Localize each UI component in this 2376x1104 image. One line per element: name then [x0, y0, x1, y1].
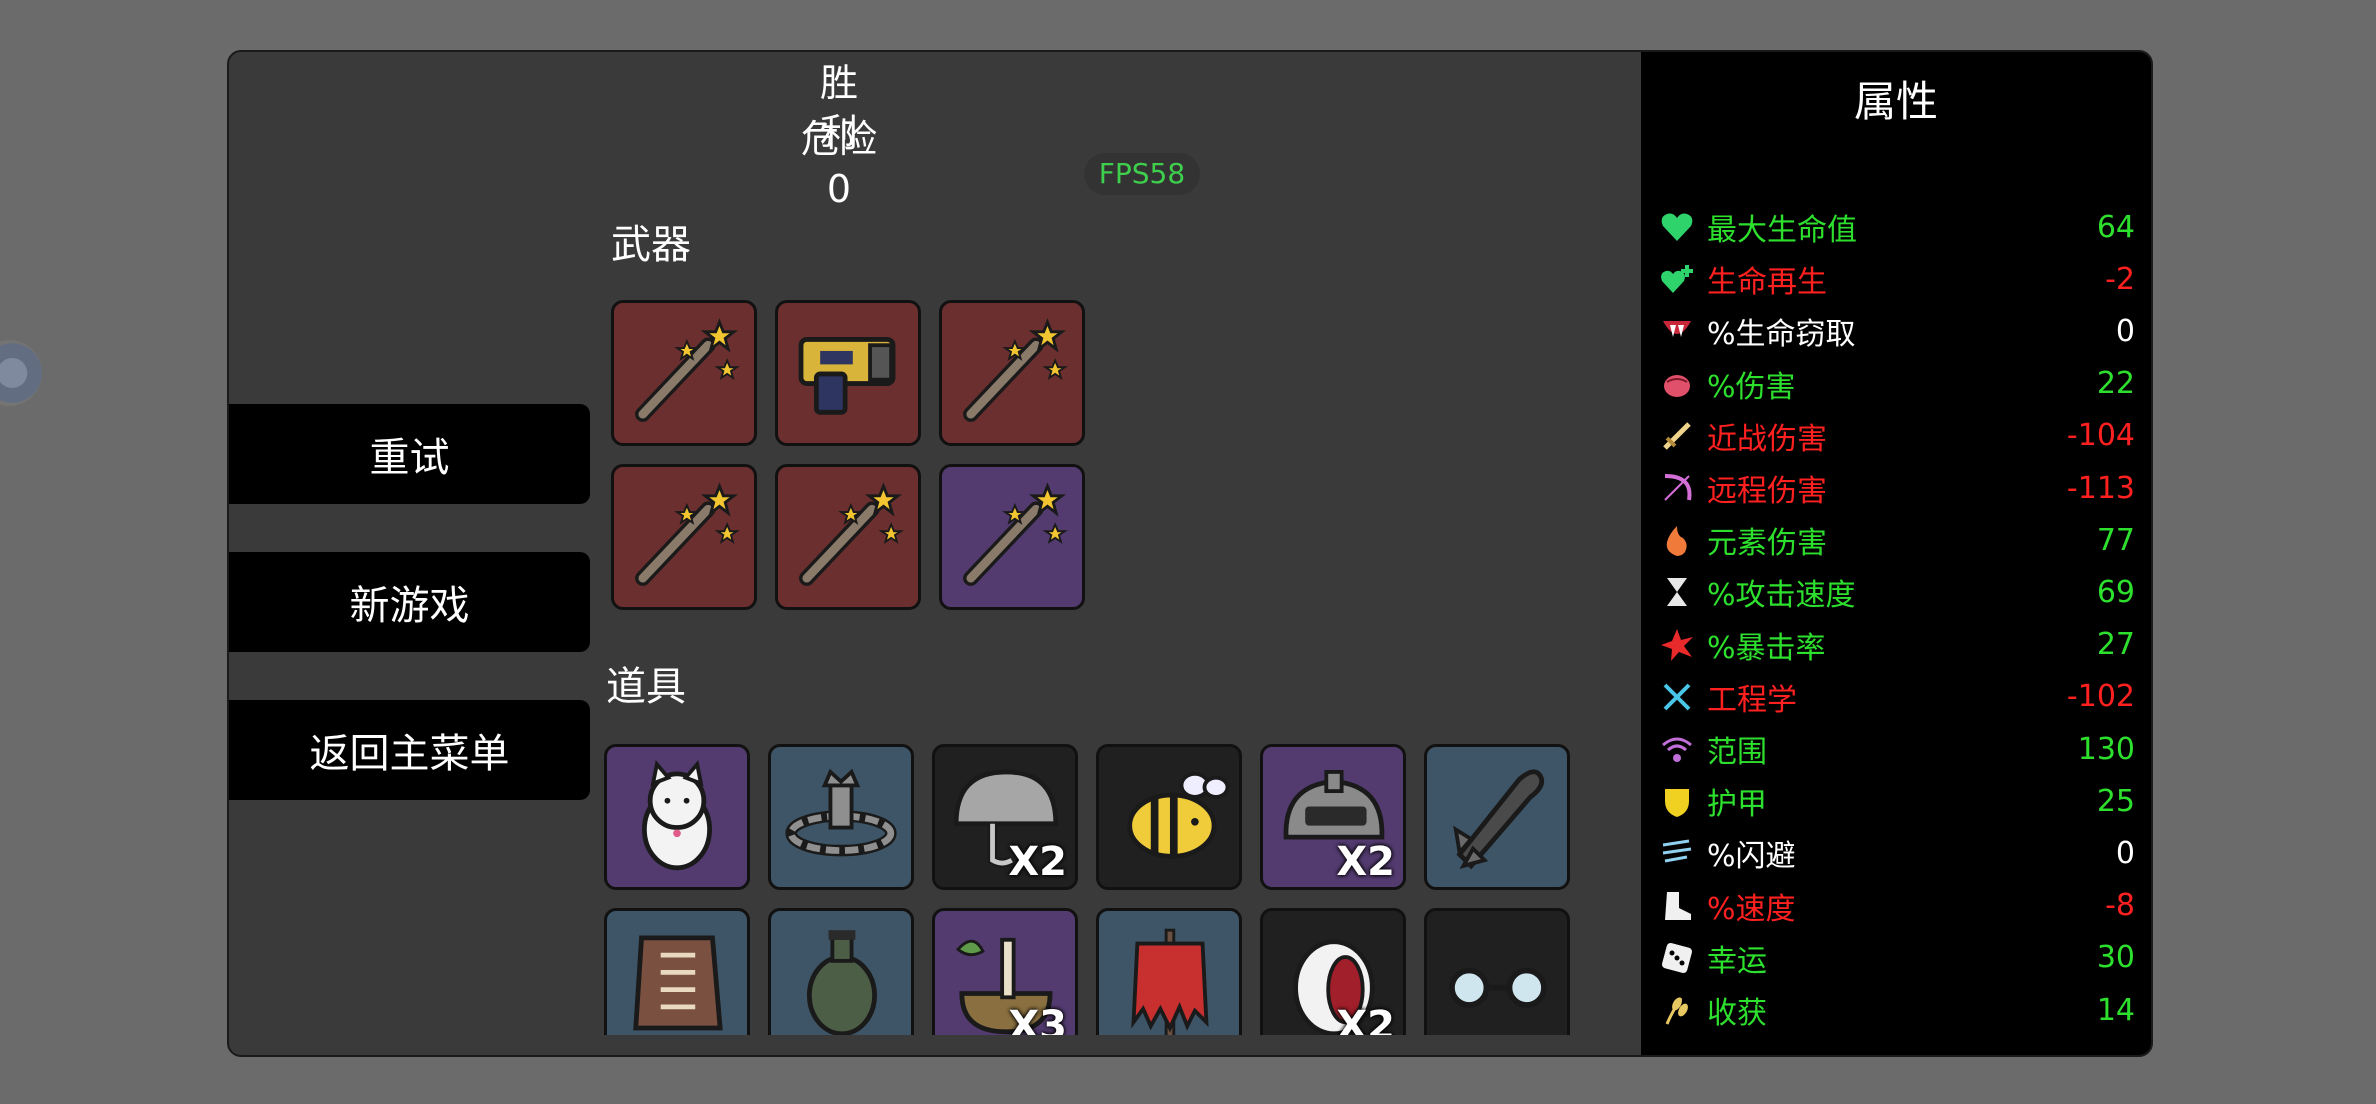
weapon-slot[interactable]: [939, 300, 1085, 446]
stat-row[interactable]: 工程学 -102: [1659, 672, 2135, 722]
danger-level: 危险0: [800, 117, 877, 211]
stat-value: 69: [2096, 574, 2135, 610]
stat-row[interactable]: %速度 -8: [1659, 881, 2135, 931]
stat-label: %伤害: [1707, 369, 1796, 405]
stat-label: 元素伤害: [1707, 526, 1827, 562]
fist-icon: [1659, 366, 1695, 402]
item-slot[interactable]: X2: [1260, 908, 1406, 1035]
stat-value: -102: [2066, 679, 2135, 715]
title-area: 胜利 危险0 FPS58: [229, 52, 1869, 232]
stat-label: 范围: [1707, 735, 1767, 770]
item-count: X2: [1008, 839, 1067, 885]
stat-value: -104: [2066, 418, 2135, 454]
stat-label: %暴击率: [1707, 630, 1826, 666]
item-slot[interactable]: [604, 908, 750, 1035]
stat-value: -113: [2066, 470, 2135, 506]
stat-value: 27: [2096, 627, 2135, 663]
weapon-slot[interactable]: [939, 464, 1085, 610]
stats-panel: 属性 最大生命值 64 生命再生 -2 %生命窃取 0 %伤害 22 近战伤害 -104 远程伤害 -…: [1641, 52, 2151, 1055]
item-slot[interactable]: [604, 744, 750, 890]
dodge-wind-icon: [1659, 835, 1695, 871]
end-run-panel: 胜利 危险0 FPS58 重试 新游戏 返回主菜单 武器 道具 X2 X2 X3 X2…: [227, 50, 2153, 1057]
stat-value: 22: [2096, 366, 2135, 402]
item-slot[interactable]: [1096, 744, 1242, 890]
weapon-slot[interactable]: [775, 464, 921, 610]
sword-icon: [1659, 418, 1695, 454]
fangs-icon: [1659, 313, 1695, 349]
main-menu-button[interactable]: 返回主菜单: [229, 700, 590, 800]
weapon-slot[interactable]: [611, 300, 757, 446]
stat-label: %闪避: [1707, 839, 1796, 875]
range-signal-icon: [1659, 731, 1695, 767]
stat-row[interactable]: 幸运 30: [1659, 933, 2135, 983]
item-slot[interactable]: [1424, 744, 1570, 890]
heart-icon: [1659, 209, 1695, 245]
stat-value: 0: [2115, 835, 2135, 871]
floating-assist-bubble[interactable]: [0, 340, 42, 406]
stat-label: 护甲: [1707, 787, 1767, 823]
stat-row[interactable]: %生命窃取 0: [1659, 306, 2135, 356]
inventory-area: 胜利 危险0 FPS58 重试 新游戏 返回主菜单 武器 道具 X2 X2 X3 X2: [229, 52, 1869, 1035]
stat-row[interactable]: 元素伤害 77: [1659, 515, 2135, 565]
shield-icon: [1659, 783, 1695, 819]
stat-value: 14: [2096, 992, 2135, 1028]
new-game-button[interactable]: 新游戏: [229, 552, 590, 652]
weapons-title: 武器: [611, 222, 691, 268]
boot-icon: [1659, 888, 1695, 924]
item-slot[interactable]: X2: [932, 744, 1078, 890]
item-slot[interactable]: [1424, 908, 1570, 1035]
stat-row[interactable]: 收获 14: [1659, 985, 2135, 1035]
stat-row[interactable]: 范围 130: [1659, 724, 2135, 774]
stats-title: 属性: [1853, 77, 1938, 126]
heart-plus-icon: [1659, 261, 1695, 297]
stat-label: 生命再生: [1707, 265, 1827, 301]
item-count: X3: [1008, 1003, 1067, 1035]
item-count: X2: [1336, 1003, 1395, 1035]
crit-burst-icon: [1659, 627, 1695, 663]
item-slot[interactable]: X3: [932, 908, 1078, 1035]
stat-row[interactable]: 最大生命值 64: [1659, 202, 2135, 252]
dice-icon: [1659, 940, 1695, 976]
stat-label: %速度: [1707, 891, 1796, 927]
fps-counter: FPS58: [1084, 153, 1200, 195]
stat-label: %生命窃取: [1707, 317, 1856, 353]
stat-value: 77: [2096, 522, 2135, 558]
stat-label: 幸运: [1707, 943, 1767, 979]
item-slot[interactable]: [1096, 908, 1242, 1035]
stat-label: 远程伤害: [1707, 474, 1827, 509]
stat-row[interactable]: 护甲 25: [1659, 776, 2135, 826]
stat-row[interactable]: 近战伤害 -104: [1659, 411, 2135, 461]
item-slot[interactable]: [768, 744, 914, 890]
stat-label: 近战伤害: [1707, 421, 1827, 457]
weapon-slot[interactable]: [611, 464, 757, 610]
stat-label: 工程学: [1707, 682, 1797, 718]
stat-label: 最大生命值: [1707, 213, 1857, 248]
stat-value: 25: [2096, 783, 2135, 819]
stat-label: 收获: [1707, 996, 1767, 1031]
stat-row[interactable]: %暴击率 27: [1659, 620, 2135, 670]
stat-row[interactable]: %伤害 22: [1659, 359, 2135, 409]
stat-row[interactable]: %攻击速度 69: [1659, 567, 2135, 617]
stat-row[interactable]: 生命再生 -2: [1659, 254, 2135, 304]
stat-value: 0: [2115, 313, 2135, 349]
hourglass-icon: [1659, 574, 1695, 610]
bow-icon: [1659, 470, 1695, 506]
item-slot[interactable]: X2: [1260, 744, 1406, 890]
retry-button[interactable]: 重试: [229, 404, 590, 504]
flame-icon: [1659, 522, 1695, 558]
item-slot[interactable]: [768, 908, 914, 1035]
item-count: X2: [1336, 839, 1395, 885]
stat-value: 30: [2096, 940, 2135, 976]
stat-value: -8: [2105, 888, 2135, 924]
stat-value: 130: [2077, 731, 2135, 767]
weapon-slot[interactable]: [775, 300, 921, 446]
stat-row[interactable]: %闪避 0: [1659, 828, 2135, 878]
stat-value: -2: [2105, 261, 2135, 297]
stat-label: %攻击速度: [1707, 578, 1856, 614]
harvest-wheat-icon: [1659, 992, 1695, 1028]
items-title: 道具: [606, 664, 686, 710]
stat-value: 64: [2096, 209, 2135, 245]
wrench-icon: [1659, 679, 1695, 715]
stat-row[interactable]: 远程伤害 -113: [1659, 463, 2135, 513]
